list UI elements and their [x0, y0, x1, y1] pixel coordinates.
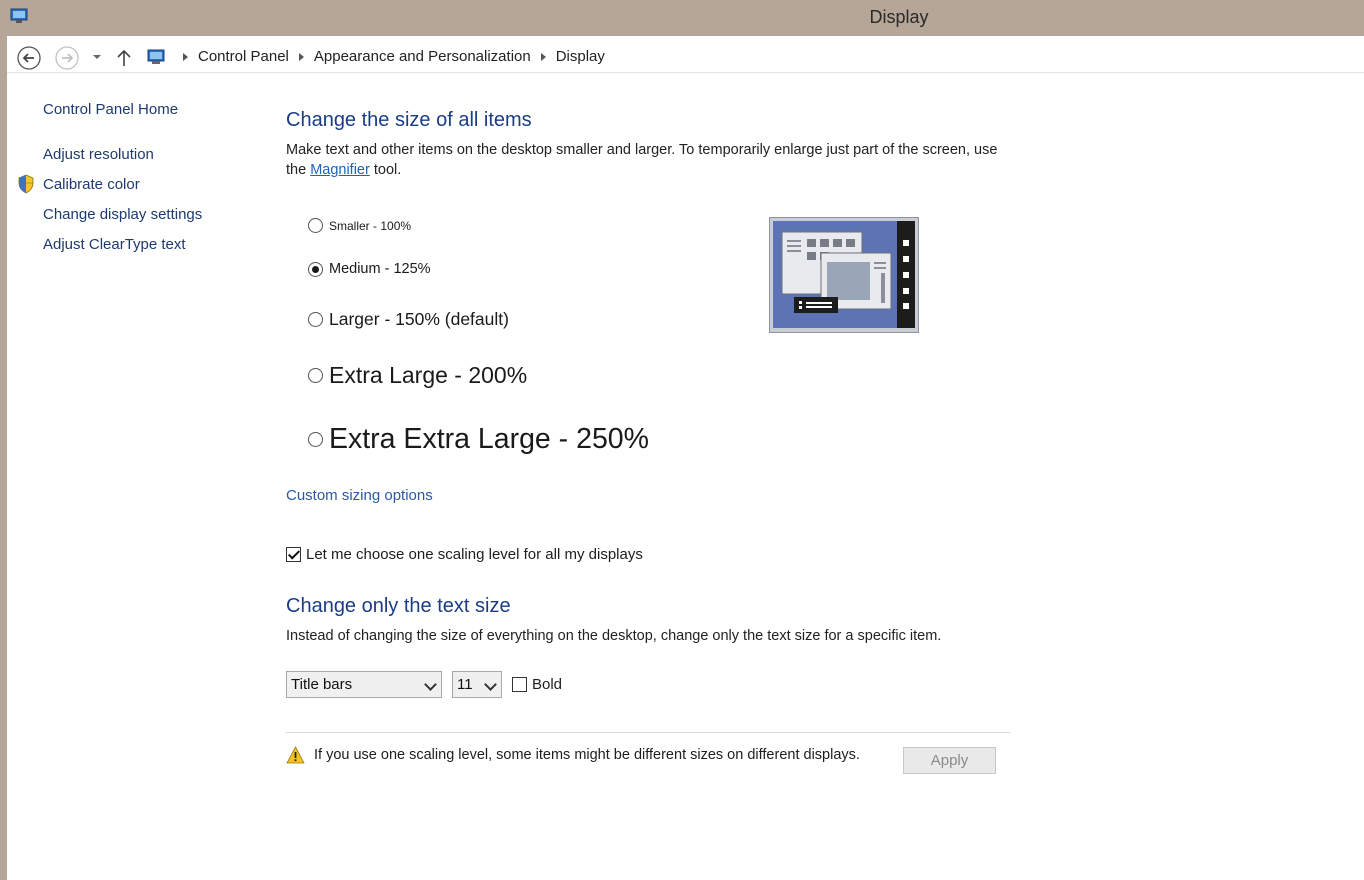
breadcrumb-separator[interactable]: [540, 52, 546, 61]
apply-button[interactable]: Apply: [903, 747, 996, 774]
radio-label: Extra Extra Large - 250%: [329, 423, 649, 455]
address-bar: Control Panel Appearance and Personaliza…: [7, 36, 1364, 73]
divider: [286, 732, 1010, 733]
radio-label: Smaller - 100%: [329, 218, 412, 233]
breadcrumb: Control Panel Appearance and Personaliza…: [147, 48, 605, 65]
magnifier-link[interactable]: Magnifier: [310, 162, 370, 178]
scaling-level-checkbox[interactable]: [286, 547, 301, 562]
warning-text: If you use one scaling level, some items…: [314, 747, 860, 763]
calibrate-color-link[interactable]: Calibrate color: [43, 176, 140, 193]
bold-checkbox[interactable]: [512, 677, 527, 692]
control-panel-home-link[interactable]: Control Panel Home: [43, 101, 178, 118]
warning-icon: [286, 746, 305, 764]
bold-label: Bold: [532, 676, 563, 693]
radio-option-extra-extra-large[interactable]: Extra Extra Large - 250%: [308, 423, 649, 456]
breadcrumb-separator[interactable]: [183, 52, 188, 61]
radio-button[interactable]: [308, 368, 323, 383]
window-title: Display: [869, 7, 929, 27]
breadcrumb-separator[interactable]: [298, 52, 304, 61]
shield-icon: [18, 174, 34, 194]
text-size-description: Instead of changing the size of everythi…: [286, 628, 942, 644]
bold-checkbox-row[interactable]: Bold: [512, 676, 562, 693]
breadcrumb-control-panel[interactable]: Control Panel: [198, 48, 289, 65]
intro-text: Make text and other items on the desktop…: [286, 140, 1016, 180]
warning-message: If you use one scaling level, some items…: [286, 746, 860, 764]
radio-option-extra-large[interactable]: Extra Large - 200%: [308, 362, 527, 389]
scaling-preview-image: [769, 217, 919, 333]
adjust-cleartype-link[interactable]: Adjust ClearType text: [43, 236, 186, 253]
item-select-value: Title bars: [291, 676, 353, 693]
chevron-down-icon: [484, 678, 497, 691]
size-select-dropdown[interactable]: 11: [452, 671, 502, 698]
radio-button[interactable]: [308, 312, 323, 327]
radio-label: Larger - 150% (default): [329, 309, 509, 329]
item-select-dropdown[interactable]: Title bars: [286, 671, 442, 698]
computer-icon: [147, 49, 165, 64]
scaling-level-label: Let me choose one scaling level for all …: [306, 546, 643, 563]
change-text-size-heading: Change only the text size: [286, 595, 511, 617]
change-size-heading: Change the size of all items: [286, 109, 532, 131]
change-display-settings-link[interactable]: Change display settings: [43, 206, 202, 223]
intro-text-end: tool.: [369, 162, 402, 178]
chevron-down-icon: [424, 678, 437, 691]
radio-option-smaller[interactable]: Smaller - 100%: [308, 218, 411, 233]
back-arrow-icon[interactable]: [17, 46, 41, 70]
adjust-resolution-link[interactable]: Adjust resolution: [43, 146, 154, 163]
radio-option-larger[interactable]: Larger - 150% (default): [308, 309, 509, 330]
breadcrumb-appearance[interactable]: Appearance and Personalization: [314, 48, 531, 65]
up-arrow-icon[interactable]: [115, 48, 133, 68]
radio-label: Medium - 125%: [329, 261, 431, 277]
title-bar: Display: [0, 0, 1364, 36]
scaling-level-checkbox-row[interactable]: Let me choose one scaling level for all …: [286, 546, 643, 563]
forward-arrow-icon[interactable]: [55, 46, 79, 70]
radio-option-medium[interactable]: Medium - 125%: [308, 261, 431, 277]
radio-button[interactable]: [308, 432, 323, 447]
custom-sizing-options-link[interactable]: Custom sizing options: [286, 487, 433, 504]
breadcrumb-display[interactable]: Display: [556, 48, 605, 65]
window-frame: [0, 36, 7, 880]
radio-button-selected[interactable]: [308, 261, 323, 277]
radio-button[interactable]: [308, 218, 323, 233]
size-select-value: 11: [457, 676, 473, 693]
radio-label: Extra Large - 200%: [329, 362, 528, 388]
recent-locations-dropdown-icon[interactable]: [91, 53, 103, 61]
